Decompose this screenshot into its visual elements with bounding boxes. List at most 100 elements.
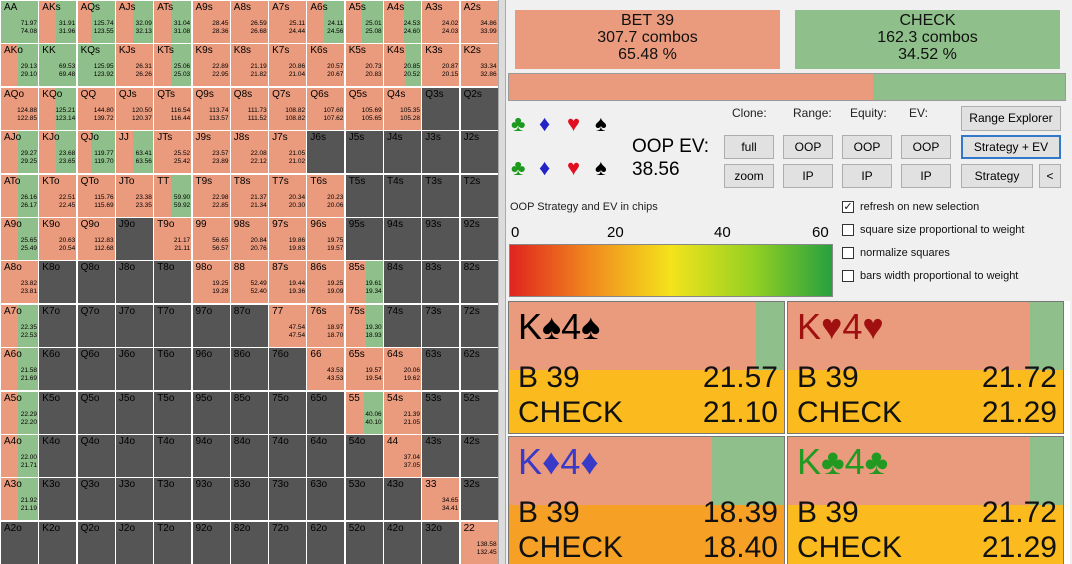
hand-cell[interactable]: AKs 31.91 31.96: [39, 1, 77, 44]
hand-cell[interactable]: Q4s 105.35 105.28: [384, 87, 421, 130]
hand-cell[interactable]: Q3o: [77, 478, 115, 521]
hand-cell[interactable]: 85o: [230, 391, 268, 434]
hand-cell[interactable]: K7s 20.86 21.04: [269, 44, 307, 87]
hand-cell[interactable]: 72o: [269, 521, 307, 564]
hand-cell[interactable]: J7o: [115, 304, 153, 347]
hand-cell[interactable]: A2o: [1, 521, 38, 564]
option-checkbox[interactable]: ✓ refresh on new selection: [842, 201, 979, 213]
hand-cell[interactable]: 98o 19.25 19.28: [192, 261, 230, 304]
hand-cell[interactable]: AJo 29.27 29.25: [1, 131, 38, 174]
hand-cell[interactable]: 54o: [345, 435, 383, 478]
hand-cell[interactable]: 55 40.06 40.10: [345, 391, 383, 434]
equity-ip-button[interactable]: IP: [842, 164, 892, 188]
hand-cell[interactable]: T4s: [384, 174, 421, 217]
hand-cell[interactable]: J5s: [345, 131, 383, 174]
hand-cell[interactable]: 53s: [422, 391, 460, 434]
hand-cell[interactable]: 74o: [269, 435, 307, 478]
diamond-filter-icon-bottom[interactable]: ♦: [539, 157, 550, 179]
combo-box[interactable]: K♣4♣ B 39 21.72 CHECK 21.29: [787, 436, 1064, 564]
hand-cell[interactable]: A6s 24.11 24.56: [307, 1, 345, 44]
hand-cell[interactable]: 94s: [384, 218, 421, 261]
hand-cell[interactable]: 97o: [192, 304, 230, 347]
range-ip-button[interactable]: IP: [783, 164, 833, 188]
hand-cell[interactable]: T6o: [154, 348, 192, 391]
hand-cell[interactable]: K6s 20.57 20.67: [307, 44, 345, 87]
hand-cell[interactable]: K3s 20.87 20.15: [422, 44, 460, 87]
hand-cell[interactable]: 73s: [422, 304, 460, 347]
hand-cell[interactable]: 64o: [307, 435, 345, 478]
hand-cell[interactable]: QQ 144.80 139.72: [77, 87, 115, 130]
hand-cell[interactable]: T8s 21.37 21.34: [230, 174, 268, 217]
hand-cell[interactable]: 72s: [460, 304, 498, 347]
back-button[interactable]: <: [1039, 164, 1061, 188]
hand-cell[interactable]: A3s 24.02 24.03: [422, 1, 460, 44]
check-action-box[interactable]: CHECK 162.3 combos 34.52 %: [795, 10, 1060, 69]
hand-cell[interactable]: J6s: [307, 131, 345, 174]
hand-cell[interactable]: Q5o: [77, 391, 115, 434]
hand-cell[interactable]: TT 59.90 59.92: [154, 174, 192, 217]
hand-cell[interactable]: 73o: [269, 478, 307, 521]
hand-cell[interactable]: A2s 34.86 33.99: [460, 1, 498, 44]
clone-full-button[interactable]: full: [724, 135, 774, 159]
spade-filter-icon-bottom[interactable]: ♠: [595, 157, 607, 179]
panel-splitter[interactable]: [498, 0, 506, 564]
hand-cell[interactable]: 43s: [422, 435, 460, 478]
hand-cell[interactable]: 64s 20.06 19.62: [384, 348, 421, 391]
hand-cell[interactable]: ATs 31.04 31.08: [154, 1, 192, 44]
hand-cell[interactable]: J7s 21.05 21.02: [269, 131, 307, 174]
hand-cell[interactable]: JTs 25.52 25.42: [154, 131, 192, 174]
hand-cell[interactable]: 92s: [460, 218, 498, 261]
hand-cell[interactable]: AA 71.97 74.08: [1, 1, 38, 44]
hand-cell[interactable]: T2s: [460, 174, 498, 217]
hand-cell[interactable]: A6o 21.58 21.69: [1, 348, 38, 391]
hand-cell[interactable]: 63o: [307, 478, 345, 521]
hand-cell[interactable]: AJs 32.09 32.13: [115, 1, 153, 44]
hand-cell[interactable]: Q4o: [77, 435, 115, 478]
hand-cell[interactable]: K8s 21.19 21.82: [230, 44, 268, 87]
hand-cell[interactable]: A9o 25.65 25.49: [1, 218, 38, 261]
hand-cell[interactable]: 63s: [422, 348, 460, 391]
hand-cell[interactable]: J9o: [115, 218, 153, 261]
hand-cell[interactable]: 44 37.04 37.05: [384, 435, 421, 478]
ev-oop-button[interactable]: OOP: [901, 135, 951, 159]
option-checkbox[interactable]: normalize squares: [842, 247, 950, 259]
club-filter-icon-top[interactable]: ♣: [511, 113, 525, 135]
hand-cell[interactable]: 66 43.53 43.53: [307, 348, 345, 391]
hand-cell[interactable]: Q3s: [422, 87, 460, 130]
hand-cell[interactable]: A5o 22.29 22.20: [1, 391, 38, 434]
hand-cell[interactable]: KQs 125.95 123.92: [77, 44, 115, 87]
hand-cell[interactable]: AQo 124.88 122.85: [1, 87, 38, 130]
hand-cell[interactable]: A9s 28.45 28.36: [192, 1, 230, 44]
hand-cell[interactable]: 52o: [345, 521, 383, 564]
hand-cell[interactable]: 53o: [345, 478, 383, 521]
hand-cell[interactable]: J6o: [115, 348, 153, 391]
hand-cell[interactable]: 97s 19.86 19.83: [269, 218, 307, 261]
hand-cell[interactable]: K4o: [39, 435, 77, 478]
hand-cell[interactable]: T7o: [154, 304, 192, 347]
hand-cell[interactable]: Q5s 105.69 105.65: [345, 87, 383, 130]
hand-cell[interactable]: JTo 23.38 23.35: [115, 174, 153, 217]
hand-cell[interactable]: T9s 22.98 22.85: [192, 174, 230, 217]
hand-cell[interactable]: A7s 25.11 24.44: [269, 1, 307, 44]
hand-cell[interactable]: K7o: [39, 304, 77, 347]
hand-cell[interactable]: KJs 26.31 26.26: [115, 44, 153, 87]
combo-box[interactable]: K♦4♦ B 39 18.39 CHECK 18.40: [508, 436, 785, 564]
hand-cell[interactable]: Q6o: [77, 348, 115, 391]
hand-cell[interactable]: K2o: [39, 521, 77, 564]
hand-cell[interactable]: QTo 115.76 115.69: [77, 174, 115, 217]
range-explorer-button[interactable]: Range Explorer: [961, 106, 1061, 131]
hand-cell[interactable]: 85s 19.61 19.34: [345, 261, 383, 304]
combo-box[interactable]: K♥4♥ B 39 21.72 CHECK 21.29: [787, 301, 1064, 434]
hand-cell[interactable]: 62o: [307, 521, 345, 564]
hand-cell[interactable]: 87s 19.44 19.36: [269, 261, 307, 304]
hand-cell[interactable]: 32s: [460, 478, 498, 521]
range-oop-button[interactable]: OOP: [783, 135, 833, 159]
hand-cell[interactable]: T8o: [154, 261, 192, 304]
hand-cell[interactable]: AQs 125.74 123.55: [77, 1, 115, 44]
hand-cell[interactable]: 83o: [230, 478, 268, 521]
hand-cell[interactable]: Q2s: [460, 87, 498, 130]
equity-oop-button[interactable]: OOP: [842, 135, 892, 159]
hand-cell[interactable]: 83s: [422, 261, 460, 304]
hand-cell[interactable]: J3s: [422, 131, 460, 174]
hand-range-grid[interactable]: AA 71.97 74.08 AKs 31.91 31.96 AQs 125.74 123.55…: [0, 0, 498, 564]
